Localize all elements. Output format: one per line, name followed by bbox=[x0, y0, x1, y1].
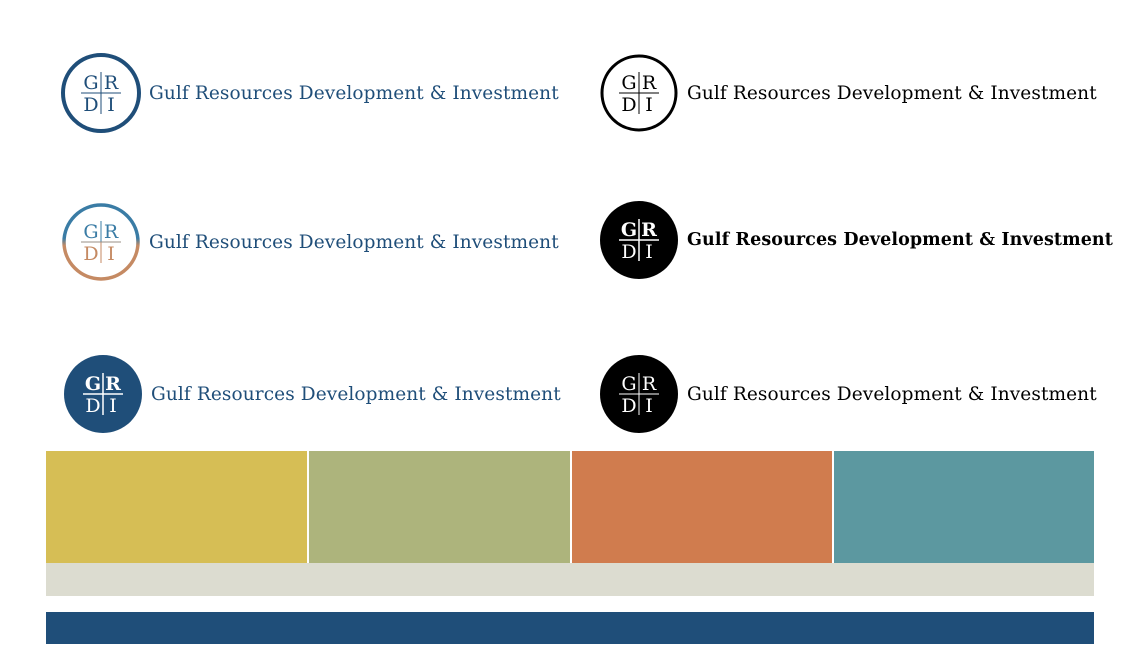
grdi-emblem-icon: G R D I bbox=[63, 354, 143, 434]
svg-text:R: R bbox=[642, 72, 657, 94]
company-name: Gulf Resources Development & Investment bbox=[687, 82, 1097, 104]
logo-solid-black: G R D I Gulf Resources Development & Inv… bbox=[599, 349, 1097, 439]
company-name: Gulf Resources Development & Investment bbox=[687, 383, 1097, 405]
grdi-emblem-icon: G R D I bbox=[61, 202, 141, 282]
svg-text:I: I bbox=[645, 395, 653, 417]
svg-text:G: G bbox=[621, 373, 636, 395]
palette-swatch-sage bbox=[309, 451, 570, 563]
svg-text:G: G bbox=[621, 219, 637, 241]
svg-text:D: D bbox=[85, 395, 100, 417]
palette-swatch-gold bbox=[46, 451, 307, 563]
logo-solid-blue: G R D I Gulf Resources Development & Inv… bbox=[63, 349, 561, 439]
svg-text:R: R bbox=[642, 373, 657, 395]
company-name: Gulf Resources Development & Investment bbox=[151, 383, 561, 405]
logo-solid-black-bold: G R D I Gulf Resources Development & Inv… bbox=[599, 195, 1113, 285]
grdi-emblem-icon: G R D I bbox=[599, 354, 679, 434]
svg-text:I: I bbox=[645, 94, 653, 116]
svg-text:I: I bbox=[107, 94, 115, 116]
svg-text:R: R bbox=[104, 221, 119, 243]
company-name: Gulf Resources Development & Investment bbox=[149, 82, 559, 104]
svg-text:R: R bbox=[104, 72, 119, 94]
svg-text:R: R bbox=[641, 219, 657, 241]
company-name: Gulf Resources Development & Investment bbox=[687, 230, 1113, 250]
grdi-emblem-icon: G R D I bbox=[61, 53, 141, 133]
palette-swatch-teal bbox=[834, 451, 1094, 563]
svg-text:D: D bbox=[621, 241, 636, 263]
svg-text:R: R bbox=[105, 373, 121, 395]
palette-swatch-navy bbox=[46, 612, 1094, 644]
svg-text:I: I bbox=[107, 243, 115, 265]
svg-text:I: I bbox=[645, 241, 653, 263]
palette-swatch-neutral bbox=[46, 563, 1094, 596]
svg-text:D: D bbox=[83, 243, 98, 265]
logo-outline-black: G R D I Gulf Resources Development & Inv… bbox=[599, 48, 1097, 138]
svg-text:G: G bbox=[85, 373, 101, 395]
grdi-emblem-icon: G R D I bbox=[599, 53, 679, 133]
grdi-emblem-icon: G R D I bbox=[599, 200, 679, 280]
svg-text:D: D bbox=[83, 94, 98, 116]
svg-text:G: G bbox=[621, 72, 636, 94]
svg-text:G: G bbox=[83, 72, 98, 94]
svg-text:D: D bbox=[621, 94, 636, 116]
logo-outline-blue: G R D I Gulf Resources Development & Inv… bbox=[61, 48, 559, 138]
svg-text:I: I bbox=[109, 395, 117, 417]
svg-text:D: D bbox=[621, 395, 636, 417]
logo-outline-gradient: G R D I Gulf Resources Development & Inv… bbox=[61, 197, 559, 287]
svg-text:G: G bbox=[83, 221, 98, 243]
company-name: Gulf Resources Development & Investment bbox=[149, 231, 559, 253]
palette-swatch-terracotta bbox=[572, 451, 832, 563]
